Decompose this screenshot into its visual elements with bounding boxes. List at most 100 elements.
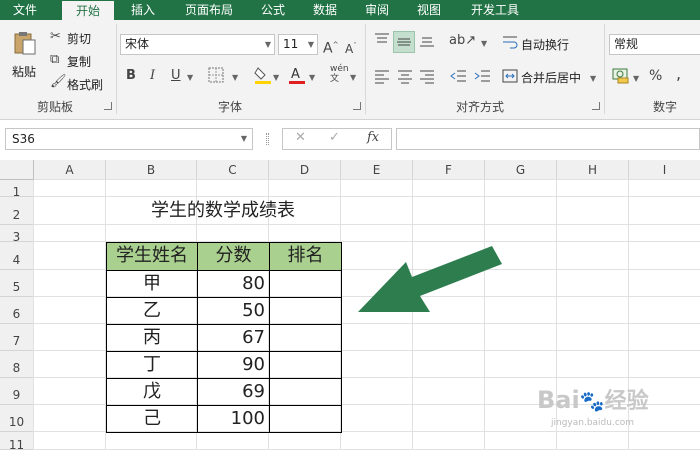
- rank-cell[interactable]: [269, 351, 342, 379]
- rank-cell[interactable]: [269, 270, 342, 298]
- copy-button[interactable]: 复制: [67, 53, 91, 70]
- alignment-launcher-icon[interactable]: [592, 102, 600, 110]
- align-left-icon[interactable]: [374, 68, 390, 89]
- score-cell[interactable]: 80: [197, 270, 270, 298]
- align-middle-button[interactable]: [393, 31, 415, 53]
- column-header[interactable]: G: [485, 160, 557, 180]
- clipboard-launcher-icon[interactable]: [104, 102, 112, 110]
- indent-icon[interactable]: [449, 68, 467, 89]
- formula-input[interactable]: [396, 128, 700, 150]
- chevron-down-icon[interactable]: ▼: [309, 70, 315, 86]
- rank-cell[interactable]: [269, 378, 342, 406]
- chevron-down-icon[interactable]: ▼: [187, 70, 193, 86]
- phonetic-guide-button[interactable]: wén 文: [330, 64, 349, 84]
- name-box[interactable]: S36 ▼: [5, 128, 253, 150]
- tab-view[interactable]: 视图: [406, 0, 452, 20]
- rank-cell[interactable]: [269, 324, 342, 352]
- row-header[interactable]: 7: [0, 324, 34, 351]
- tab-data[interactable]: 数据: [302, 0, 348, 20]
- chevron-down-icon[interactable]: ▼: [633, 71, 639, 87]
- rank-cell[interactable]: [269, 297, 342, 325]
- merge-center-button[interactable]: 合并后居中: [521, 69, 581, 86]
- column-header[interactable]: E: [341, 160, 413, 180]
- format-painter-button[interactable]: 格式刷: [67, 76, 103, 93]
- align-top-icon[interactable]: [374, 32, 390, 53]
- column-header[interactable]: A: [34, 160, 106, 180]
- currency-icon[interactable]: [612, 66, 630, 89]
- align-bottom-icon[interactable]: [419, 32, 435, 53]
- insert-function-button[interactable]: fx: [367, 130, 379, 145]
- student-name-cell[interactable]: 戊: [106, 378, 198, 406]
- align-center-icon[interactable]: [397, 68, 413, 89]
- column-header[interactable]: I: [629, 160, 700, 180]
- chevron-down-icon[interactable]: ▼: [350, 70, 356, 86]
- wrap-text-button[interactable]: 自动换行: [521, 36, 569, 53]
- enter-button[interactable]: ✓: [329, 130, 340, 145]
- align-right-icon[interactable]: [419, 68, 435, 89]
- italic-button[interactable]: I: [150, 68, 155, 84]
- row-header[interactable]: 11: [0, 432, 34, 452]
- chevron-down-icon[interactable]: ▼: [232, 70, 238, 86]
- font-color-icon[interactable]: A: [288, 65, 306, 90]
- font-name-select[interactable]: 宋体 ▼: [120, 34, 275, 55]
- table-header-cell[interactable]: 排名: [269, 242, 342, 271]
- student-name-cell[interactable]: 丙: [106, 324, 198, 352]
- row-header[interactable]: 2: [0, 197, 34, 225]
- row-header[interactable]: 9: [0, 378, 34, 405]
- row-header[interactable]: 10: [0, 405, 34, 432]
- tab-review[interactable]: 审阅: [354, 0, 400, 20]
- student-name-cell[interactable]: 甲: [106, 270, 198, 298]
- tab-insert[interactable]: 插入: [120, 0, 166, 20]
- splitter-handle[interactable]: [266, 133, 269, 145]
- tab-page-layout[interactable]: 页面布局: [175, 0, 243, 20]
- score-cell[interactable]: 100: [197, 405, 270, 433]
- tab-formulas[interactable]: 公式: [250, 0, 296, 20]
- score-cell[interactable]: 69: [197, 378, 270, 406]
- row-header[interactable]: 4: [0, 242, 34, 270]
- underline-button[interactable]: U: [171, 68, 181, 84]
- row-header[interactable]: 1: [0, 180, 34, 199]
- table-header-cell[interactable]: 分数: [197, 242, 270, 271]
- font-launcher-icon[interactable]: [353, 102, 361, 110]
- score-cell[interactable]: 50: [197, 297, 270, 325]
- font-size-select[interactable]: 11 ▼: [278, 34, 318, 55]
- score-cell[interactable]: 67: [197, 324, 270, 352]
- student-name-cell[interactable]: 乙: [106, 297, 198, 325]
- fill-color-icon[interactable]: [254, 65, 272, 90]
- percent-button[interactable]: %: [649, 68, 662, 84]
- grow-font-icon[interactable]: A^: [323, 37, 338, 57]
- outdent-icon[interactable]: [473, 68, 491, 89]
- column-header[interactable]: H: [557, 160, 629, 180]
- chevron-down-icon[interactable]: ▼: [590, 71, 596, 87]
- comma-style-button[interactable]: ,: [676, 66, 681, 82]
- tab-developer[interactable]: 开发工具: [460, 0, 530, 20]
- column-header[interactable]: B: [106, 160, 197, 180]
- orientation-icon[interactable]: ab↗: [449, 33, 476, 49]
- tab-home[interactable]: 开始: [62, 1, 114, 20]
- bold-button[interactable]: B: [126, 68, 136, 84]
- shrink-font-icon[interactable]: Aˇ: [345, 38, 357, 57]
- row-header[interactable]: 3: [0, 225, 34, 244]
- tab-file[interactable]: 文件: [0, 0, 50, 20]
- sheet-title[interactable]: 学生的数学成绩表: [106, 197, 340, 225]
- column-header[interactable]: C: [197, 160, 269, 180]
- rank-cell[interactable]: [269, 405, 342, 433]
- chevron-down-icon[interactable]: ▼: [273, 70, 279, 86]
- student-name-cell[interactable]: 丁: [106, 351, 198, 379]
- student-name-cell[interactable]: 己: [106, 405, 198, 433]
- paste-button[interactable]: 粘贴: [12, 63, 36, 80]
- paste-icon[interactable]: [12, 30, 38, 56]
- score-cell[interactable]: 90: [197, 351, 270, 379]
- chevron-down-icon[interactable]: ▼: [241, 129, 247, 149]
- border-icon[interactable]: [208, 67, 224, 88]
- row-header[interactable]: 6: [0, 297, 34, 324]
- row-header[interactable]: 5: [0, 270, 34, 297]
- select-all-corner[interactable]: [0, 160, 34, 180]
- number-format-select[interactable]: 常规: [609, 34, 700, 55]
- column-header[interactable]: F: [413, 160, 485, 180]
- column-header[interactable]: D: [269, 160, 341, 180]
- cut-button[interactable]: 剪切: [67, 30, 91, 47]
- chevron-down-icon[interactable]: ▼: [481, 36, 487, 52]
- cancel-button[interactable]: ✕: [295, 130, 306, 145]
- row-header[interactable]: 8: [0, 351, 34, 378]
